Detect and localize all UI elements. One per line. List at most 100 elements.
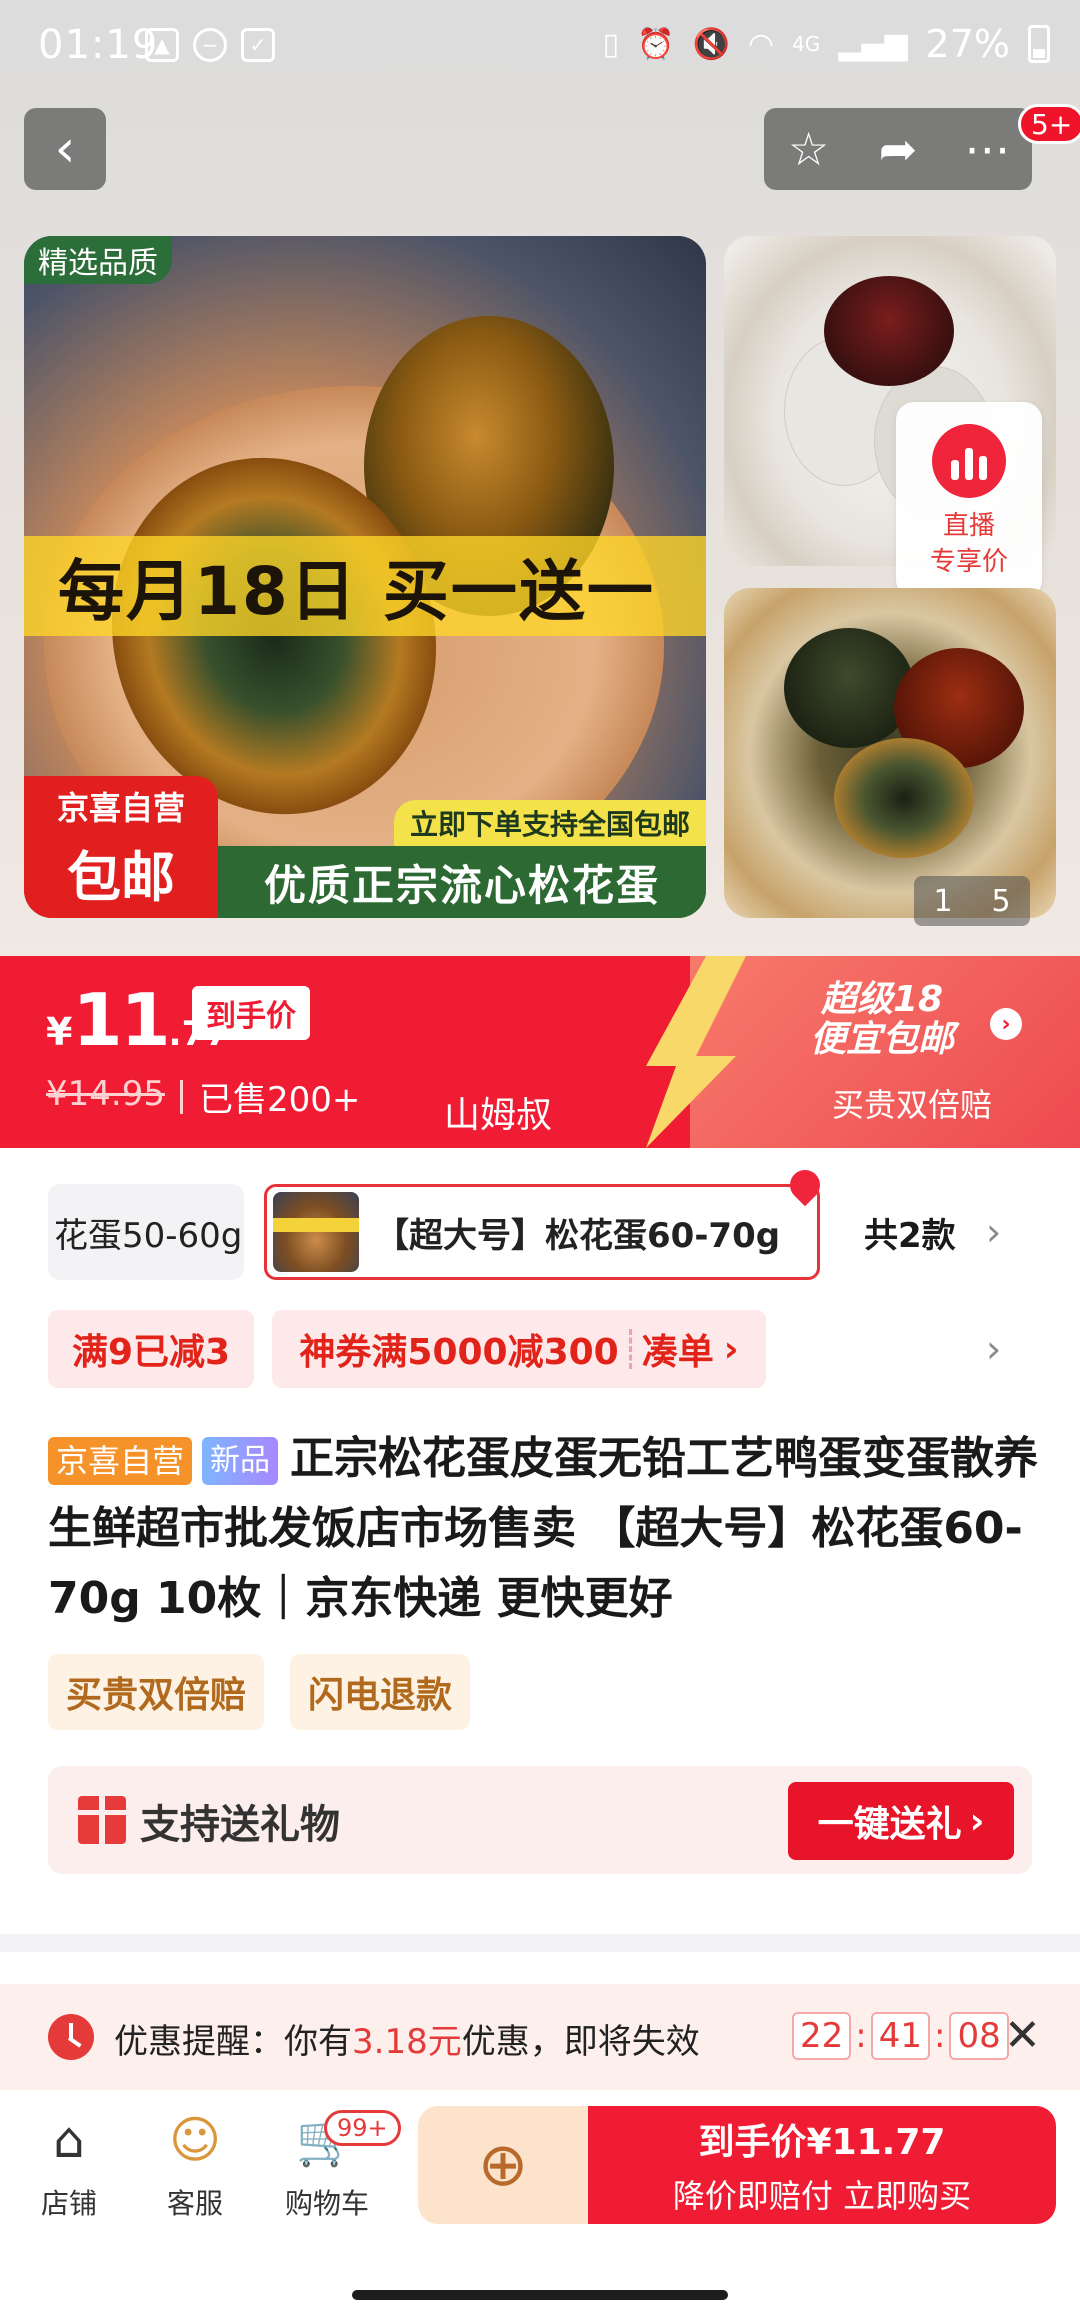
status-notification-icons: ▲ − ✓ — [145, 28, 275, 62]
reminder-prefix: 优惠提醒：你有 — [114, 2022, 352, 2062]
network-type: 4G — [792, 32, 821, 56]
product-slogan: 优质正宗流心松花蛋 — [218, 846, 706, 918]
gift-text: 支持送礼物 — [140, 1802, 340, 1848]
spec-option-b[interactable]: 【超大号】松花蛋60-70g — [264, 1184, 820, 1280]
section-divider — [0, 1934, 1080, 1952]
shop-name[interactable]: 山姆叔 — [444, 1086, 552, 1138]
live-label-1: 直播 — [942, 511, 995, 541]
reminder-text: 优惠提醒：你有3.18元优惠，即将失效 — [114, 2014, 700, 2063]
chevron-right-icon[interactable]: › — [986, 1184, 1001, 1280]
send-gift-button[interactable]: 一键送礼 › — [788, 1782, 1014, 1860]
product-title: 京喜自营 新品 正宗松花蛋皮蛋无铅工艺鸭蛋变蛋散养生鲜超市批发饭店市场售卖 【超大号… — [48, 1424, 1038, 1634]
cart-count-badge: 99+ — [324, 2110, 401, 2146]
timer-seconds: 08 — [949, 2012, 1009, 2060]
promo-arrow-icon[interactable]: › — [990, 1008, 1022, 1040]
battery-saver-icon: ▯ — [602, 26, 620, 62]
live-price-card[interactable]: 直播 专享价 — [896, 402, 1042, 598]
live-label-2: 专享价 — [929, 547, 1008, 577]
pager-current: 1 — [933, 883, 953, 919]
spec-count[interactable]: 共2款 — [864, 1184, 956, 1280]
self-operated-label: 京喜自营 — [56, 788, 185, 827]
quality-tag: 精选品质 — [24, 236, 172, 284]
self-operated-badge: 京喜自营 — [48, 1437, 193, 1485]
product-title-text: 正宗松花蛋皮蛋无铅工艺鸭蛋变蛋散养生鲜超市批发饭店市场售卖 【超大号】松花蛋60… — [48, 1433, 1039, 1624]
more-icon[interactable]: ⋯ — [952, 114, 1022, 184]
reminder-amount: 3.18元 — [352, 2022, 462, 2062]
mute-icon: 🔇 — [692, 26, 730, 62]
promo-title[interactable]: 超级18 便宜包邮 — [810, 980, 954, 1060]
store-label: 店铺 — [40, 2187, 97, 2220]
countdown-timer: 22:41:08 — [792, 2012, 1009, 2060]
battery-icon — [1028, 25, 1050, 63]
customer-service-label: 客服 — [166, 2187, 223, 2220]
lightning-icon — [646, 956, 746, 1148]
share-icon[interactable]: ➦ — [863, 114, 933, 184]
status-bar: 01:19 ▲ − ✓ ▯ ⏰ 🔇 ◠ 4G ▂▄▆ 27% — [0, 0, 1080, 95]
signal-icon: ▂▄▆ — [838, 26, 908, 62]
timer-minutes: 41 — [870, 2012, 930, 2060]
status-right: ▯ ⏰ 🔇 ◠ 4G ▂▄▆ 27% — [603, 22, 1050, 66]
clock-icon — [48, 2014, 94, 2060]
spec-selector: 花蛋50-60g 【超大号】松花蛋60-70g 共2款 › — [0, 1163, 1080, 1286]
back-button[interactable]: ‹ — [24, 108, 106, 190]
alarm-icon: ⏰ — [637, 26, 675, 62]
coupon-action: 凑单 — [641, 1332, 714, 1373]
gallery-pager: 1 5 — [914, 876, 1030, 926]
header-actions: ☆ ➦ ⋯ — [764, 108, 1032, 190]
service-tag[interactable]: 买贵双倍赔 — [48, 1654, 265, 1730]
price-integer: 11 — [72, 978, 170, 1062]
price-guarantee: 买贵双倍赔 — [832, 1086, 993, 1124]
chevron-right-icon[interactable]: › — [986, 1310, 1001, 1388]
price-bar: ¥ 11 .77 到手价 ¥14.95 已售200+ 山姆叔 超级18 便宜包邮… — [0, 956, 1080, 1148]
coupon-voucher-label: 神券满5000减300 — [299, 1332, 619, 1373]
promo-title-line2: 便宜包邮 — [810, 1019, 955, 1060]
free-shipping-label: 包邮 — [67, 845, 175, 909]
favorite-icon[interactable]: ☆ — [774, 114, 844, 184]
buy-now-button[interactable]: 到手价¥11.77 降价即赔付 立即购买 — [588, 2106, 1056, 2224]
gift-banner: 支持送礼物 一键送礼 › — [48, 1766, 1032, 1874]
live-icon — [932, 424, 1006, 498]
discount-reminder: 优惠提醒：你有3.18元优惠，即将失效 22:41:08 ✕ — [0, 1984, 1080, 2090]
live-label: 直播 专享价 — [930, 508, 1008, 580]
coupon-discount[interactable]: 满9已减3 — [48, 1310, 254, 1388]
egg-cut — [834, 738, 974, 858]
wifi-icon: ◠ — [747, 26, 775, 62]
buy-price-label: 到手价¥11.77 — [698, 2122, 946, 2163]
price-currency: ¥ — [46, 1010, 73, 1054]
new-badge: 新品 — [202, 1437, 279, 1485]
add-to-cart-button[interactable]: ⊕ — [418, 2106, 588, 2224]
home-indicator[interactable] — [352, 2290, 728, 2300]
checkbox-notification-icon: ✓ — [241, 28, 275, 62]
original-price: ¥14.95 — [46, 1074, 165, 1114]
egg — [784, 628, 914, 748]
service-tag[interactable]: 闪电退款 — [290, 1654, 471, 1730]
reminder-suffix: 优惠，即将失效 — [461, 2022, 700, 2062]
customer-service-icon: ☺ — [168, 2111, 222, 2169]
gallery-notification-icon: ▲ — [145, 28, 179, 62]
send-gift-label: 一键送礼 — [817, 1804, 962, 1845]
dark-egg — [824, 276, 954, 386]
add-cart-icon: ⊕ — [477, 2130, 529, 2200]
customer-service-nav[interactable]: ☺ 客服 — [140, 2108, 250, 2222]
message-badge: 5+ — [1018, 104, 1080, 144]
status-time: 01:19 — [38, 22, 159, 68]
self-operated-tag: 京喜自营 包邮 — [24, 776, 218, 918]
spec-option-b-label: 【超大号】松花蛋60-70g — [375, 1215, 781, 1256]
promo-title-line1: 超级18 — [820, 979, 944, 1020]
gift-icon — [78, 1796, 126, 1844]
spec-thumbnail — [273, 1192, 359, 1272]
sold-count: 已售200+ — [180, 1072, 360, 1121]
store-nav[interactable]: ⌂ 店铺 — [14, 2108, 124, 2222]
coupon-row: 满9已减3 神券满5000减300 凑单 › › — [0, 1308, 1080, 1390]
spec-option-a[interactable]: 花蛋50-60g — [48, 1184, 244, 1280]
battery-percent: 27% — [925, 22, 1010, 66]
close-icon[interactable]: ✕ — [1004, 2010, 1041, 2061]
main-product-image[interactable]: 每月18日 买一送一 精选品质 京喜自营 包邮 立即下单支持全国包邮 优质正宗流… — [24, 236, 706, 918]
gallery-thumb-2[interactable] — [724, 588, 1056, 918]
promo-banner: 每月18日 买一送一 — [24, 536, 706, 636]
coupon-voucher[interactable]: 神券满5000减300 凑单 › — [272, 1310, 766, 1388]
coupon-divider — [628, 1329, 632, 1369]
cart-label: 购物车 — [284, 2187, 369, 2220]
shipping-tag: 立即下单支持全国包邮 — [394, 800, 706, 846]
chevron-right-icon: › — [723, 1328, 739, 1370]
